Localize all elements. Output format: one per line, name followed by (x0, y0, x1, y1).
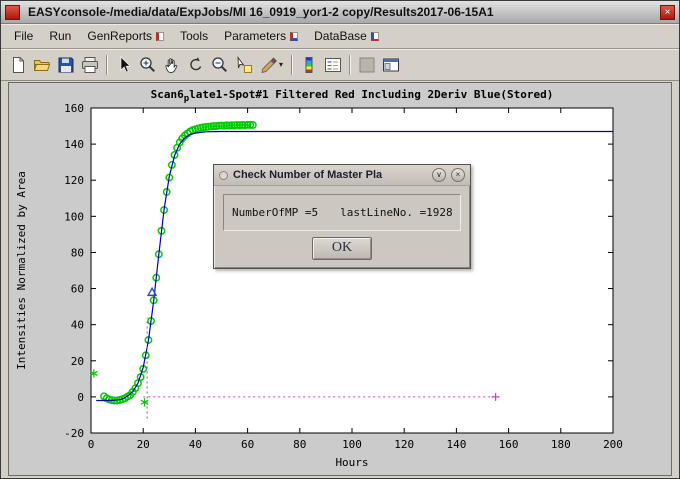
svg-text:160: 160 (499, 438, 519, 451)
menu-label-file: File (14, 29, 33, 43)
dialog-message: NumberOfMP =5 lastLineNo. =1928 (223, 194, 461, 231)
figure-area: 0 20 40 60 80 100 120 140 160 180 200 -20 0 20 40 60 80 1… (8, 82, 672, 476)
floppy-disk-icon (57, 56, 75, 74)
menu-item-file[interactable]: File (6, 26, 41, 46)
brush-icon (260, 56, 278, 74)
svg-text:Scan6plate1-Spot#1 Filtered Re: Scan6plate1-Spot#1 Filtered Red Includin… (151, 88, 554, 104)
svg-text:40: 40 (71, 319, 84, 332)
svg-text:80: 80 (293, 438, 306, 451)
data-cursor-button[interactable] (232, 53, 256, 77)
dialog-title: Check Number of Master Pla (233, 169, 427, 181)
svg-text:100: 100 (64, 210, 84, 223)
figure-window-icon (382, 56, 400, 74)
hand-icon (163, 56, 181, 74)
database-menu-icon (371, 32, 379, 41)
insert-colorbar-button[interactable] (297, 53, 321, 77)
open-folder-icon (33, 56, 51, 74)
pointer-arrow-icon (115, 56, 133, 74)
svg-text:0: 0 (88, 438, 95, 451)
svg-text:20: 20 (71, 355, 84, 368)
blank-swatch-button[interactable] (355, 53, 379, 77)
zoom-in-button[interactable] (136, 53, 160, 77)
menu-label-genreports: GenReports (87, 29, 152, 43)
menu-label-tools: Tools (180, 29, 208, 43)
dialog-status-icon (219, 171, 228, 180)
save-button[interactable] (54, 53, 78, 77)
dialog-ok-button[interactable]: OK (312, 237, 372, 260)
window-title: EASYconsole-/media/data/ExpJobs/MI 16_09… (28, 5, 660, 19)
menubar: File Run GenReports Tools Parameters Dat… (1, 24, 679, 49)
brush-button[interactable]: ▾ (256, 53, 287, 77)
pan-button[interactable] (160, 53, 184, 77)
window-close-button[interactable]: × (660, 5, 675, 20)
printer-icon (81, 56, 99, 74)
svg-text:Intensities Normalized by Area: Intensities Normalized by Area (15, 171, 28, 370)
window-titlebar[interactable]: EASYconsole-/media/data/ExpJobs/MI 16_09… (1, 1, 679, 24)
svg-text:140: 140 (64, 138, 84, 151)
dialog-collapse-button[interactable]: ∨ (432, 168, 446, 182)
svg-text:0: 0 (77, 391, 84, 404)
menu-item-database[interactable]: DataBase (306, 26, 387, 46)
colorbar-icon (300, 56, 318, 74)
svg-text:120: 120 (394, 438, 414, 451)
svg-text:120: 120 (64, 174, 84, 187)
data-cursor-icon (235, 56, 253, 74)
menu-item-run[interactable]: Run (41, 26, 79, 46)
menu-item-genreports[interactable]: GenReports (79, 26, 172, 46)
menu-label-run: Run (49, 29, 71, 43)
svg-text:80: 80 (71, 246, 84, 259)
dialog-titlebar[interactable]: Check Number of Master Pla ∨ × (214, 165, 470, 186)
svg-text:20: 20 (137, 438, 150, 451)
rotate-icon (187, 56, 205, 74)
open-file-button[interactable] (30, 53, 54, 77)
blank-swatch-icon (358, 56, 376, 74)
insert-legend-button[interactable] (321, 53, 345, 77)
zoom-out-button[interactable] (208, 53, 232, 77)
svg-text:60: 60 (71, 283, 84, 296)
menu-item-parameters[interactable]: Parameters (216, 26, 306, 46)
menu-label-database: DataBase (314, 29, 367, 43)
toolbar-separator (349, 55, 351, 75)
edit-pointer-button[interactable] (112, 53, 136, 77)
print-button[interactable] (78, 53, 102, 77)
app-window: EASYconsole-/media/data/ExpJobs/MI 16_09… (0, 0, 680, 479)
dialog-message-lastlineno: lastLineNo. =1928 (340, 206, 453, 219)
svg-text:60: 60 (241, 438, 254, 451)
svg-text:40: 40 (189, 438, 202, 451)
svg-text:160: 160 (64, 102, 84, 115)
new-file-button[interactable] (6, 53, 30, 77)
dialog-message-numberofmp: NumberOfMP =5 (232, 206, 318, 219)
legend-icon (324, 56, 342, 74)
plot-tools-button[interactable] (379, 53, 403, 77)
chevron-down-icon[interactable]: ▾ (279, 61, 283, 69)
window-menu-button[interactable] (5, 5, 20, 20)
check-number-dialog: Check Number of Master Pla ∨ × NumberOfM… (213, 164, 471, 269)
zoom-in-icon (139, 56, 157, 74)
dialog-close-button[interactable]: × (451, 168, 465, 182)
svg-text:180: 180 (551, 438, 571, 451)
svg-text:100: 100 (342, 438, 362, 451)
svg-text:-20: -20 (64, 427, 84, 440)
svg-text:200: 200 (603, 438, 623, 451)
svg-text:140: 140 (446, 438, 466, 451)
menu-item-tools[interactable]: Tools (172, 26, 216, 46)
svg-text:Hours: Hours (335, 456, 368, 469)
toolbar-separator (106, 55, 108, 75)
menu-label-parameters: Parameters (224, 29, 286, 43)
zoom-out-icon (211, 56, 229, 74)
toolbar-separator (291, 55, 293, 75)
genreports-menu-icon (156, 32, 164, 41)
figure-toolbar: ▾ (1, 49, 679, 81)
chart-svg: 0 20 40 60 80 100 120 140 160 180 200 -20 0 20 40 60 80 1… (9, 83, 672, 476)
new-file-icon (9, 56, 27, 74)
rotate-3d-button[interactable] (184, 53, 208, 77)
parameters-menu-icon (290, 32, 298, 41)
